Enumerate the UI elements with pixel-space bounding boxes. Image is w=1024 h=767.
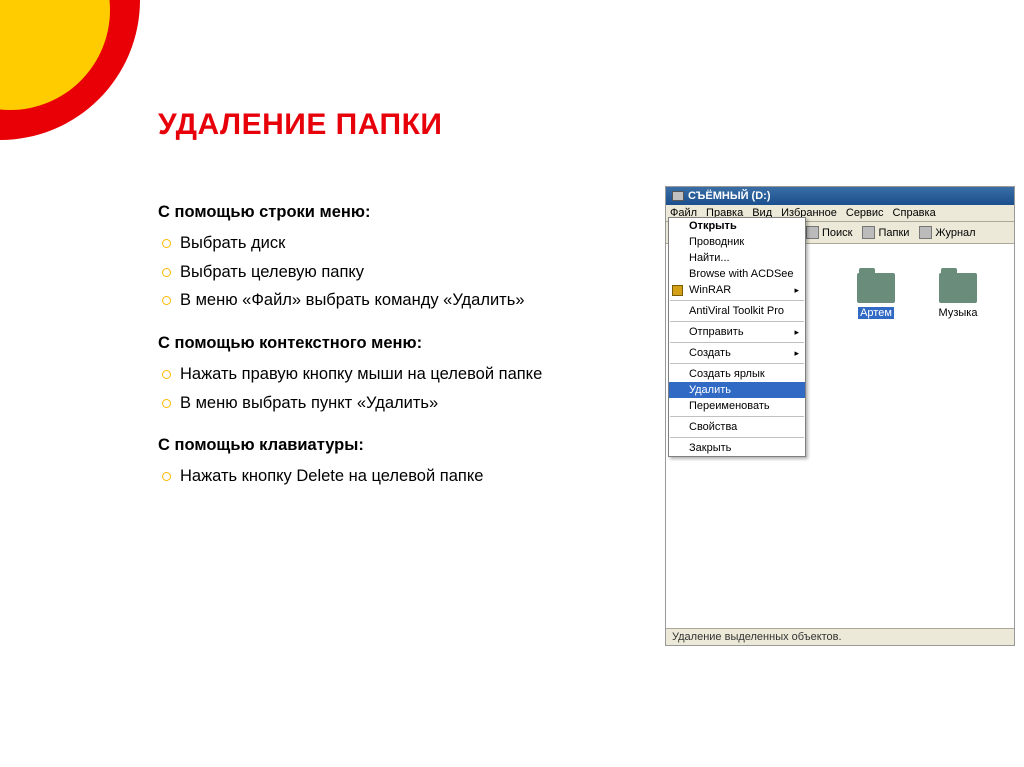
menu-item-avp[interactable]: AntiViral Toolkit Pro	[669, 303, 805, 319]
slide: УДАЛЕНИЕ ПАПКИ С помощью строки меню: Вы…	[0, 0, 1024, 767]
folders-icon	[862, 226, 875, 239]
bullet-item: Нажать правую кнопку мыши на целевой пап…	[180, 362, 623, 387]
folder-label: Артем	[858, 307, 894, 319]
winrar-icon	[672, 285, 683, 296]
bullet-list-3: Нажать кнопку Delete на целевой папке	[158, 464, 623, 489]
bullet-item: Нажать кнопку Delete на целевой папке	[180, 464, 623, 489]
slide-content: С помощью строки меню: Выбрать диск Выбр…	[158, 200, 623, 493]
toolbar-folders[interactable]: Папки	[862, 226, 909, 239]
menu-tools[interactable]: Сервис	[846, 207, 884, 219]
bullet-item: Выбрать диск	[180, 231, 623, 256]
window-titlebar[interactable]: СЪЁМНЫЙ (D:)	[666, 187, 1014, 205]
menu-item-rename[interactable]: Переименовать	[669, 398, 805, 414]
explorer-window: СЪЁМНЫЙ (D:) Файл Правка Вид Избранное С…	[665, 186, 1015, 646]
menu-separator	[670, 363, 804, 364]
menu-item-explorer[interactable]: Проводник	[669, 234, 805, 250]
status-bar: Удаление выделенных объектов.	[666, 628, 1014, 645]
toolbar-search[interactable]: Поиск	[806, 226, 852, 239]
bullet-item: В меню выбрать пункт «Удалить»	[180, 391, 623, 416]
folder-artem[interactable]: Артем	[846, 273, 906, 319]
menu-item-acdsee[interactable]: Browse with ACDSee	[669, 266, 805, 282]
bullet-list-2: Нажать правую кнопку мыши на целевой пап…	[158, 362, 623, 416]
menu-item-delete[interactable]: Удалить	[669, 382, 805, 398]
section-head-2: С помощью контекстного меню:	[158, 331, 623, 356]
window-title-text: СЪЁМНЫЙ (D:)	[688, 190, 771, 202]
menu-item-open[interactable]: Открыть	[669, 218, 805, 234]
menu-separator	[670, 342, 804, 343]
file-dropdown-menu: Открыть Проводник Найти... Browse with A…	[668, 217, 806, 457]
menu-item-close[interactable]: Закрыть	[669, 440, 805, 456]
journal-icon	[919, 226, 932, 239]
bullet-list-1: Выбрать диск Выбрать целевую папку В мен…	[158, 231, 623, 313]
section-head-3: С помощью клавиатуры:	[158, 433, 623, 458]
menu-item-send[interactable]: Отправить▸	[669, 324, 805, 340]
menu-help[interactable]: Справка	[893, 207, 936, 219]
menu-item-create[interactable]: Создать▸	[669, 345, 805, 361]
menu-separator	[670, 416, 804, 417]
bullet-item: Выбрать целевую папку	[180, 260, 623, 285]
slide-title: УДАЛЕНИЕ ПАПКИ	[158, 108, 442, 142]
menu-item-props[interactable]: Свойства	[669, 419, 805, 435]
menu-item-shortcut[interactable]: Создать ярлык	[669, 366, 805, 382]
submenu-arrow-icon: ▸	[794, 327, 799, 338]
submenu-arrow-icon: ▸	[794, 285, 799, 296]
toolbar-journal[interactable]: Журнал	[919, 226, 975, 239]
menu-separator	[670, 437, 804, 438]
folder-icon	[857, 273, 895, 303]
menu-separator	[670, 321, 804, 322]
folder-icon	[939, 273, 977, 303]
bullet-item: В меню «Файл» выбрать команду «Удалить»	[180, 288, 623, 313]
menu-separator	[670, 300, 804, 301]
menu-item-find[interactable]: Найти...	[669, 250, 805, 266]
disk-icon	[672, 191, 684, 201]
search-icon	[806, 226, 819, 239]
folder-label: Музыка	[939, 307, 978, 319]
folder-music[interactable]: Музыка	[928, 273, 988, 319]
submenu-arrow-icon: ▸	[794, 348, 799, 359]
section-head-1: С помощью строки меню:	[158, 200, 623, 225]
menu-item-winrar[interactable]: WinRAR▸	[669, 282, 805, 298]
